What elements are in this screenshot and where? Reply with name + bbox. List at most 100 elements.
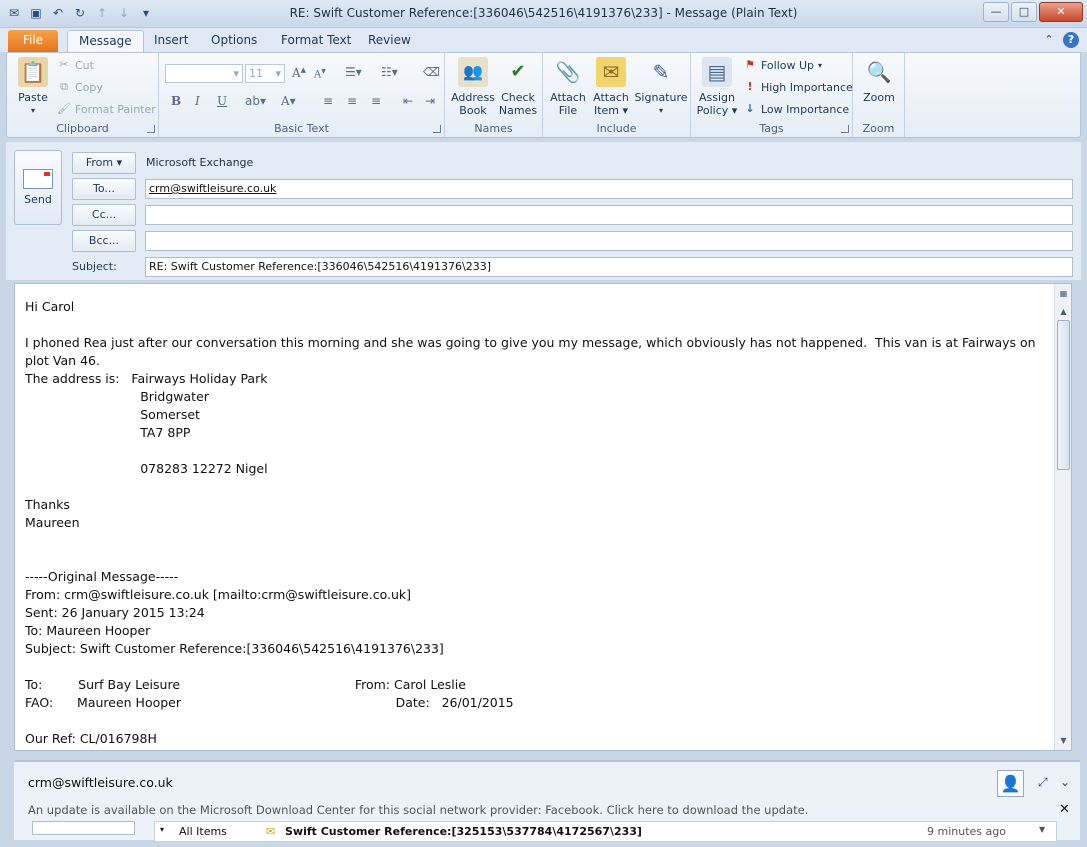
tags-group: ▤ Assign Policy ▾ ⚑ Follow Up ▾ ! High Impo… — [691, 53, 853, 137]
dialog-launcher-icon[interactable] — [147, 125, 155, 133]
people-pane-account[interactable]: crm@swiftleisure.co.uk — [28, 775, 173, 790]
cut-button[interactable]: ✂ Cut — [57, 58, 94, 72]
vertical-scrollbar[interactable]: ▦ ▲ ▼ — [1054, 284, 1071, 750]
grow-font-icon[interactable]: A▲ — [292, 66, 306, 80]
activity-time: 9 minutes ago — [927, 825, 1006, 838]
align-left-icon[interactable]: ≡ — [323, 94, 333, 108]
subject-field[interactable]: RE: Swift Customer Reference:[336046\542… — [145, 257, 1073, 277]
flag-icon: ⚑ — [745, 58, 755, 71]
tab-file[interactable]: File — [8, 30, 58, 52]
envelope-icon: ✉ — [596, 57, 626, 87]
close-icon[interactable]: ✕ — [1039, 2, 1083, 22]
copy-button[interactable]: ⧉ Copy — [57, 80, 103, 94]
scroll-down-icon[interactable]: ▼ — [1056, 733, 1071, 748]
message-header: Send From ▾ Microsoft Exchange To... crm… — [6, 142, 1081, 280]
exclamation-icon: ! — [747, 80, 753, 93]
magnifier-icon: 🔍 — [866, 60, 892, 84]
subject-label: Subject: — [72, 260, 117, 273]
assign-policy-button[interactable]: ▤ Assign Policy ▾ — [695, 57, 739, 117]
scroll-thumb[interactable] — [1057, 320, 1070, 470]
body-text[interactable]: Hi Carol I phoned Rea just after our con… — [25, 298, 1045, 748]
cc-button[interactable]: Cc... — [72, 204, 136, 226]
brush-icon: 🖌 — [57, 102, 71, 115]
mail-icon: ✉ — [266, 825, 276, 838]
align-right-icon[interactable]: ≡ — [371, 94, 381, 108]
basic-text-label: Basic Text — [274, 122, 329, 135]
font-color-icon[interactable]: A▾ — [281, 94, 296, 108]
clear-formatting-icon[interactable]: ⌫ — [423, 65, 440, 79]
dropdown-icon[interactable]: ▾ — [160, 825, 164, 834]
title-bar: ✉ ▣ ↶ ↻ ↑ ↓ ▾ RE: Swift Customer Referen… — [0, 0, 1087, 28]
dialog-launcher-icon[interactable] — [433, 125, 441, 133]
paste-button[interactable]: 📋 Paste ▾ — [13, 57, 53, 117]
align-center-icon[interactable]: ≡ — [347, 94, 357, 108]
numbering-icon[interactable]: ☷▾ — [381, 65, 398, 79]
dialog-launcher-icon[interactable] — [841, 125, 849, 133]
shrink-font-icon[interactable]: A▼ — [314, 68, 326, 80]
activity-list[interactable]: ▾ All Items ✉ Swift Customer Reference:[… — [154, 821, 1057, 842]
all-items-label[interactable]: All Items — [179, 825, 227, 838]
from-button[interactable]: From ▾ — [72, 152, 136, 174]
send-button[interactable]: Send — [14, 150, 62, 225]
attach-item-button[interactable]: ✉ Attach Item ▾ — [589, 57, 633, 117]
include-group: 📎 Attach File ✉ Attach Item ▾ ✎ Signatur… — [543, 53, 691, 137]
address-book-button[interactable]: 👥 Address Book — [450, 57, 496, 117]
scissors-icon: ✂ — [59, 58, 69, 71]
bcc-button[interactable]: Bcc... — [72, 230, 136, 252]
tags-label: Tags — [759, 122, 784, 135]
people-pane: crm@swiftleisure.co.uk 👤 ⤢ ⌄ An update i… — [14, 760, 1080, 842]
zoom-button[interactable]: 🔍 Zoom — [859, 57, 899, 104]
window-controls: — □ ✕ — [983, 2, 1083, 22]
people-tab[interactable] — [32, 821, 135, 835]
underline-icon[interactable]: U — [217, 94, 227, 108]
tab-message[interactable]: Message — [67, 30, 144, 52]
tab-format-text[interactable]: Format Text — [270, 30, 362, 52]
chevron-down-icon[interactable]: ⌄ — [1060, 775, 1070, 789]
cc-field[interactable] — [145, 205, 1073, 225]
activity-subject[interactable]: Swift Customer Reference:[325153\537784\… — [285, 825, 642, 838]
increase-indent-icon[interactable]: ⇥ — [425, 94, 435, 108]
follow-up-button[interactable]: ⚑ Follow Up ▾ — [743, 58, 822, 72]
to-field[interactable]: crm@swiftleisure.co.uk — [145, 179, 1073, 199]
high-importance-button[interactable]: ! High Importance — [743, 80, 852, 94]
update-notice[interactable]: An update is available on the Microsoft … — [28, 803, 808, 817]
signature-button[interactable]: ✎ Signature ▾ — [633, 57, 689, 117]
message-body[interactable]: Hi Carol I phoned Rea just after our con… — [14, 283, 1072, 751]
minimize-icon[interactable]: — — [983, 2, 1009, 22]
zoom-group: 🔍 Zoom Zoom — [853, 53, 905, 137]
font-name-combo[interactable]: ▾ — [165, 64, 243, 83]
font-size-combo[interactable]: 11 ▾ — [245, 64, 285, 83]
zoom-label: Zoom — [862, 122, 895, 135]
close-icon[interactable]: ✕ — [1059, 802, 1070, 817]
from-account: Microsoft Exchange — [146, 156, 254, 169]
bcc-field[interactable] — [145, 231, 1073, 251]
bullets-icon[interactable]: ☰▾ — [345, 65, 362, 79]
scroll-up-icon[interactable]: ▲ — [1056, 304, 1071, 319]
to-button[interactable]: To... — [72, 178, 136, 200]
format-painter-button[interactable]: 🖌 Format Painter — [57, 102, 156, 116]
tab-insert[interactable]: Insert — [143, 30, 199, 52]
attach-file-button[interactable]: 📎 Attach File — [547, 57, 589, 117]
italic-icon[interactable]: I — [195, 94, 200, 108]
low-importance-button[interactable]: ↓ Low Importance — [743, 102, 849, 116]
window-title: RE: Swift Customer Reference:[336046\542… — [289, 6, 798, 20]
expand-icon[interactable]: ⤢ — [1038, 775, 1048, 790]
recipient[interactable]: crm@swiftleisure.co.uk — [149, 182, 276, 195]
help-icon[interactable]: ? — [1063, 32, 1079, 48]
maximize-icon[interactable]: □ — [1011, 2, 1037, 22]
decrease-indent-icon[interactable]: ⇤ — [403, 94, 413, 108]
scroll-down-icon[interactable]: ▼ — [1039, 825, 1045, 834]
tab-review[interactable]: Review — [357, 30, 422, 52]
collapse-ribbon-icon[interactable]: ⌃ — [1041, 32, 1057, 48]
activity-strip: ▾ All Items ✉ Swift Customer Reference:[… — [14, 821, 1080, 842]
down-arrow-icon: ↓ — [745, 102, 755, 115]
ruler-icon[interactable]: ▦ — [1056, 286, 1071, 301]
policy-icon: ▤ — [702, 57, 732, 87]
tab-options[interactable]: Options — [200, 30, 268, 52]
basic-text-group: ▾ 11 ▾ A▲ A▼ ☰▾ ☷▾ ⌫ B I U ab▾ A▾ ≡ ≡ ≡ ⇤… — [159, 53, 445, 137]
check-names-button[interactable]: ✔ Check Names — [496, 57, 540, 117]
names-label: Names — [474, 122, 513, 135]
highlight-icon[interactable]: ab▾ — [245, 94, 266, 108]
check-names-icon: ✔ — [510, 61, 526, 82]
bold-icon[interactable]: B — [171, 94, 181, 108]
